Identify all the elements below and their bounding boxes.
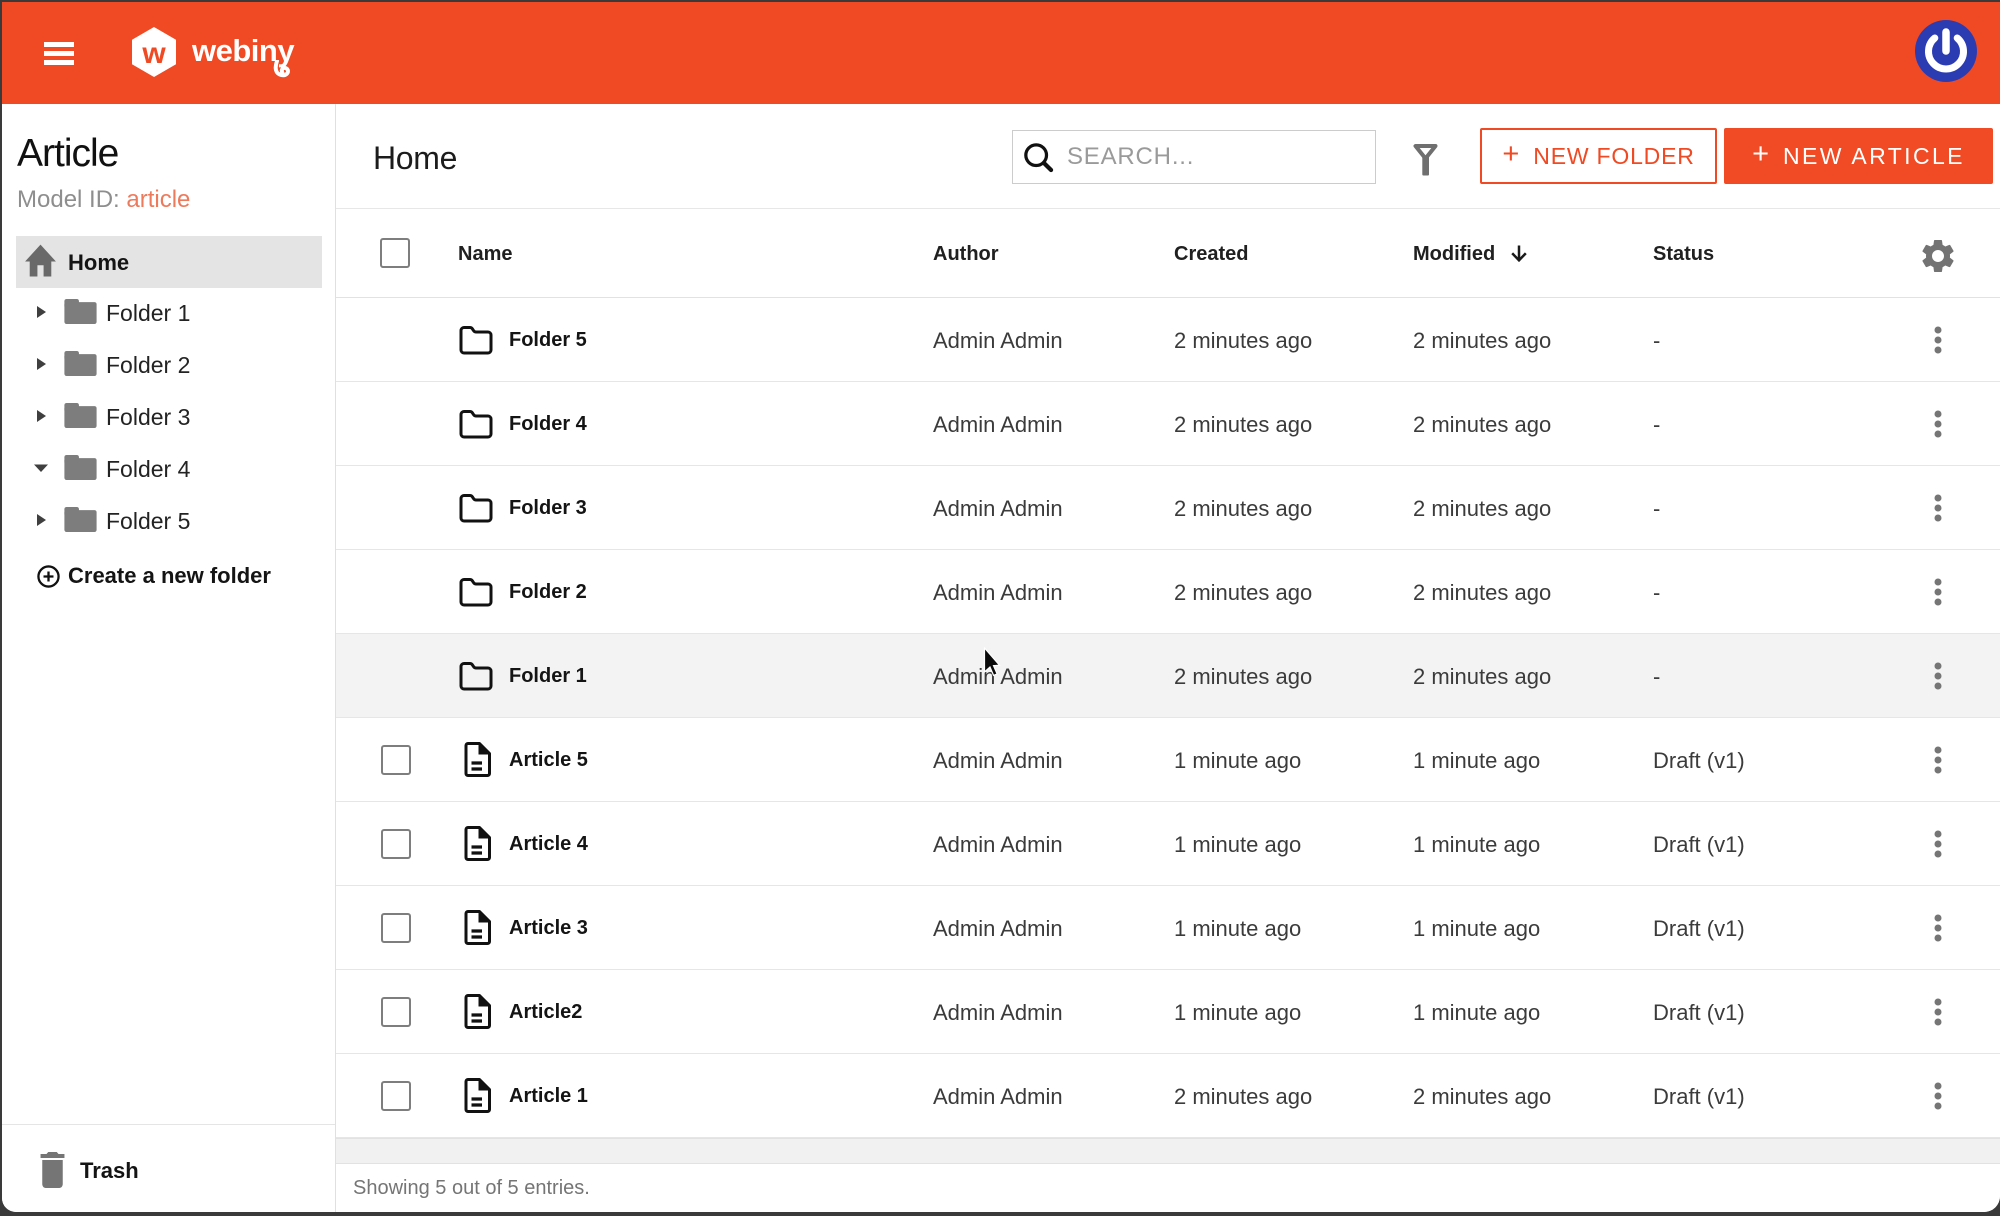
svg-text:w: w: [141, 37, 166, 70]
